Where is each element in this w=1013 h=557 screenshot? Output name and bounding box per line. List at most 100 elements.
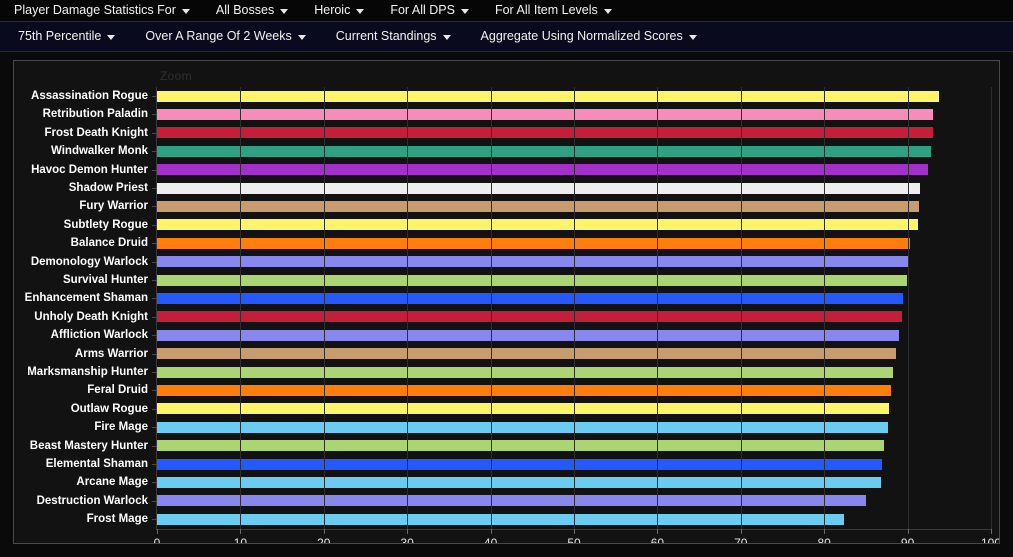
bar-category-label: Shadow Priest (68, 182, 148, 194)
x-axis-tick (740, 529, 742, 534)
x-axis-tick-label: 20 (317, 536, 331, 544)
bar-category-label: Fire Mage (94, 421, 148, 434)
bar[interactable] (157, 164, 929, 176)
bar[interactable] (157, 458, 882, 470)
menu-item[interactable]: All Bosses (215, 3, 289, 18)
zoom-label[interactable]: Zoom (160, 69, 192, 83)
bar-category-label: Unholy Death Knight (34, 310, 148, 323)
bar[interactable] (157, 219, 919, 231)
chevron-down-icon (460, 8, 469, 14)
bar[interactable] (157, 311, 902, 323)
menu-item[interactable]: Current Standings (336, 30, 451, 43)
y-axis-tick (152, 243, 157, 245)
x-axis-tick (490, 529, 492, 534)
y-axis-tick (152, 482, 157, 484)
x-gridline (991, 87, 992, 529)
x-axis-tick (657, 529, 659, 534)
menu-item[interactable]: For All DPS (390, 4, 469, 17)
y-axis-tick (152, 353, 157, 355)
x-axis-tick-label: 90 (900, 536, 915, 544)
x-axis-tick-label: 10 (233, 536, 248, 544)
bar-category-label: Fury Warrior (79, 200, 148, 213)
bar[interactable] (157, 384, 891, 396)
bar-category-label: Assassination Rogue (31, 90, 148, 102)
bar[interactable] (157, 495, 866, 507)
x-axis-tick (824, 529, 826, 534)
bar-category-label: Balance Druid (70, 237, 148, 250)
bar-category-label: Marksmanship Hunter (27, 366, 148, 378)
x-axis-tick (323, 529, 325, 534)
x-gridline (574, 87, 575, 529)
bar[interactable] (157, 421, 888, 433)
y-axis-tick (152, 280, 157, 281)
bar[interactable] (157, 200, 920, 212)
y-axis-tick (152, 445, 157, 447)
menu-item-label: 75th Percentile (18, 29, 102, 44)
bar[interactable] (157, 127, 933, 139)
chevron-down-icon (442, 34, 451, 40)
y-axis-tick (152, 335, 157, 337)
y-axis-tick (152, 224, 157, 226)
bar[interactable] (157, 237, 911, 249)
menu-item[interactable]: 75th Percentile (18, 29, 116, 44)
bar[interactable] (157, 274, 907, 286)
x-axis-tick-label: 0 (153, 536, 161, 544)
menu-item[interactable]: For All Item Levels (495, 4, 612, 17)
y-axis-tick (152, 372, 157, 373)
chevron-down-icon (688, 34, 697, 40)
chevron-down-icon (280, 8, 289, 14)
menu-item[interactable]: Heroic (314, 3, 365, 18)
chevron-down-icon (356, 8, 365, 14)
menu-item[interactable]: Aggregate Using Normalized Scores (481, 30, 697, 43)
x-axis-tick (240, 529, 242, 534)
x-axis-tick-label: 100 (980, 536, 1000, 544)
x-gridline (407, 87, 409, 529)
bar[interactable] (157, 145, 931, 157)
bar[interactable] (157, 440, 885, 452)
menu-item-label: For All Item Levels (494, 3, 598, 18)
bar[interactable] (157, 366, 894, 378)
menu-item-label: Player Damage Statistics For (14, 3, 176, 18)
y-axis-tick (152, 188, 157, 189)
x-axis-tick (574, 529, 575, 534)
bar-category-label: Beast Mastery Hunter (29, 439, 148, 452)
x-axis-tick-label: 40 (483, 536, 498, 544)
bar-category-label: Arms Warrior (74, 347, 148, 360)
bar[interactable] (157, 292, 904, 304)
x-gridline (740, 87, 742, 529)
y-axis-tick (152, 261, 157, 263)
menu-item-label: Over A Range Of 2 Weeks (145, 29, 292, 44)
x-axis-tick (991, 529, 992, 534)
x-gridline (240, 87, 242, 529)
x-axis-tick-label: 60 (650, 536, 665, 544)
bar[interactable] (157, 476, 881, 488)
menu-item-label: For All DPS (390, 3, 455, 18)
menu-item-label: All Bosses (215, 3, 275, 18)
y-axis-tick (152, 96, 157, 97)
menu-item-label: Heroic (314, 3, 351, 18)
y-axis-tick (152, 298, 157, 300)
y-axis-tick (152, 114, 157, 116)
bar[interactable] (157, 90, 940, 102)
bar[interactable] (157, 256, 910, 268)
menu-item-label: Aggregate Using Normalized Scores (480, 29, 683, 44)
menu-item[interactable]: Player Damage Statistics For (14, 4, 190, 17)
bar-category-label: Windwalker Monk (50, 145, 148, 158)
menu-item[interactable]: Over A Range Of 2 Weeks (145, 29, 306, 44)
secondary-toolbar: 75th Percentile Over A Range Of 2 Weeks … (0, 22, 1013, 52)
bar[interactable] (157, 329, 900, 341)
bar[interactable] (157, 403, 890, 415)
x-axis-tick-label: 30 (400, 536, 414, 544)
bar-chart-plot-area: Assassination Rogue Retribution Paladin Fr… (25, 87, 999, 543)
y-axis-tick (152, 519, 157, 521)
bar[interactable] (157, 348, 896, 360)
bar-category-label: Elemental Shaman (45, 458, 148, 470)
bar[interactable] (157, 108, 934, 120)
chevron-down-icon (297, 34, 306, 40)
bar-category-label: Feral Druid (87, 384, 148, 397)
x-axis-tick-label: 50 (567, 536, 581, 544)
x-gridline (323, 87, 325, 529)
y-axis-tick (152, 132, 157, 134)
bar[interactable] (157, 182, 921, 194)
bar-category-label: Destruction Warlock (36, 494, 148, 507)
